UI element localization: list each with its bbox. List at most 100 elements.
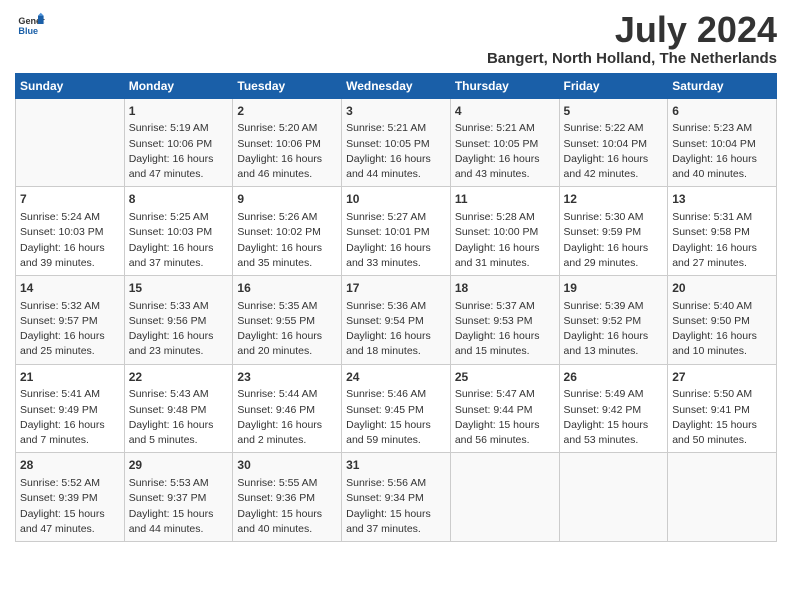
cell-content: Sunrise: 5:47 AM Sunset: 9:44 PM Dayligh…	[455, 387, 555, 448]
calendar-cell: 23Sunrise: 5:44 AM Sunset: 9:46 PM Dayli…	[233, 364, 342, 453]
calendar-week-row: 21Sunrise: 5:41 AM Sunset: 9:49 PM Dayli…	[16, 364, 777, 453]
calendar-cell: 16 Sunrise: 5:35 AM Sunset: 9:55 PM Dayli…	[233, 275, 342, 364]
cell-content: Sunrise: 5:41 AM Sunset: 9:49 PM Dayligh…	[20, 387, 120, 448]
calendar-week-row: 1Sunrise: 5:19 AM Sunset: 10:06 PM Dayli…	[16, 98, 777, 187]
calendar-cell: 2Sunrise: 5:20 AM Sunset: 10:06 PM Dayli…	[233, 98, 342, 187]
cell-content: Sunrise: 5:40 AM Sunset: 9:50 PM Dayligh…	[672, 299, 772, 360]
cell-content: Sunrise: 5:24 AM Sunset: 10:03 PM Daylig…	[20, 210, 120, 271]
calendar-cell: 24Sunrise: 5:46 AM Sunset: 9:45 PM Dayli…	[342, 364, 451, 453]
calendar-cell: 31 Sunrise: 5:56 AM Sunset: 9:34 PM Dayli…	[342, 453, 451, 542]
calendar-cell: 11 Sunrise: 5:28 AM Sunset: 10:00 PM Dayl…	[450, 187, 559, 276]
day-number: 29	[129, 457, 229, 474]
day-number: 30	[237, 457, 337, 474]
calendar-cell: 18Sunrise: 5:37 AM Sunset: 9:53 PM Dayli…	[450, 275, 559, 364]
calendar-cell	[450, 453, 559, 542]
calendar-cell: 15 Sunrise: 5:33 AM Sunset: 9:56 PM Dayli…	[124, 275, 233, 364]
cell-content: Sunrise: 5:25 AM Sunset: 10:03 PM Daylig…	[129, 210, 229, 271]
cell-content: Sunrise: 5:19 AM Sunset: 10:06 PM Daylig…	[129, 121, 229, 182]
calendar-cell: 25Sunrise: 5:47 AM Sunset: 9:44 PM Dayli…	[450, 364, 559, 453]
cell-content: Sunrise: 5:32 AM Sunset: 9:57 PM Dayligh…	[20, 299, 120, 360]
title-area: July 2024 Bangert, North Holland, The Ne…	[487, 10, 777, 67]
cell-content: Sunrise: 5:36 AM Sunset: 9:54 PM Dayligh…	[346, 299, 446, 360]
header: General Blue July 2024 Bangert, North Ho…	[15, 10, 777, 67]
calendar-cell: 7Sunrise: 5:24 AM Sunset: 10:03 PM Dayli…	[16, 187, 125, 276]
column-header-row: SundayMondayTuesdayWednesdayThursdayFrid…	[16, 73, 777, 98]
cell-content: Sunrise: 5:46 AM Sunset: 9:45 PM Dayligh…	[346, 387, 446, 448]
calendar-week-row: 7Sunrise: 5:24 AM Sunset: 10:03 PM Dayli…	[16, 187, 777, 276]
cell-content: Sunrise: 5:44 AM Sunset: 9:46 PM Dayligh…	[237, 387, 337, 448]
calendar-cell: 8Sunrise: 5:25 AM Sunset: 10:03 PM Dayli…	[124, 187, 233, 276]
day-number: 21	[20, 369, 120, 386]
cell-content: Sunrise: 5:52 AM Sunset: 9:39 PM Dayligh…	[20, 476, 120, 537]
day-number: 17	[346, 280, 446, 297]
calendar-cell: 29Sunrise: 5:53 AM Sunset: 9:37 PM Dayli…	[124, 453, 233, 542]
day-number: 6	[672, 103, 772, 120]
day-number: 1	[129, 103, 229, 120]
calendar-cell	[668, 453, 777, 542]
calendar-cell: 20 Sunrise: 5:40 AM Sunset: 9:50 PM Dayli…	[668, 275, 777, 364]
column-header: Monday	[124, 73, 233, 98]
calendar-week-row: 14 Sunrise: 5:32 AM Sunset: 9:57 PM Dayli…	[16, 275, 777, 364]
calendar-cell	[16, 98, 125, 187]
calendar-cell: 26Sunrise: 5:49 AM Sunset: 9:42 PM Dayli…	[559, 364, 668, 453]
day-number: 14	[20, 280, 120, 297]
subtitle: Bangert, North Holland, The Netherlands	[487, 50, 777, 67]
cell-content: Sunrise: 5:30 AM Sunset: 9:59 PM Dayligh…	[564, 210, 664, 271]
calendar-cell: 21Sunrise: 5:41 AM Sunset: 9:49 PM Dayli…	[16, 364, 125, 453]
cell-content: Sunrise: 5:31 AM Sunset: 9:58 PM Dayligh…	[672, 210, 772, 271]
cell-content: Sunrise: 5:39 AM Sunset: 9:52 PM Dayligh…	[564, 299, 664, 360]
cell-content: Sunrise: 5:37 AM Sunset: 9:53 PM Dayligh…	[455, 299, 555, 360]
calendar-cell: 30 Sunrise: 5:55 AM Sunset: 9:36 PM Dayli…	[233, 453, 342, 542]
cell-content: Sunrise: 5:49 AM Sunset: 9:42 PM Dayligh…	[564, 387, 664, 448]
cell-content: Sunrise: 5:22 AM Sunset: 10:04 PM Daylig…	[564, 121, 664, 182]
day-number: 20	[672, 280, 772, 297]
cell-content: Sunrise: 5:28 AM Sunset: 10:00 PM Daylig…	[455, 210, 555, 271]
day-number: 15	[129, 280, 229, 297]
day-number: 11	[455, 191, 555, 208]
calendar-cell: 1Sunrise: 5:19 AM Sunset: 10:06 PM Dayli…	[124, 98, 233, 187]
day-number: 9	[237, 191, 337, 208]
calendar-cell: 17 Sunrise: 5:36 AM Sunset: 9:54 PM Dayli…	[342, 275, 451, 364]
day-number: 22	[129, 369, 229, 386]
day-number: 4	[455, 103, 555, 120]
day-number: 19	[564, 280, 664, 297]
calendar-cell: 28 Sunrise: 5:52 AM Sunset: 9:39 PM Dayli…	[16, 453, 125, 542]
day-number: 24	[346, 369, 446, 386]
calendar-cell: 5Sunrise: 5:22 AM Sunset: 10:04 PM Dayli…	[559, 98, 668, 187]
cell-content: Sunrise: 5:56 AM Sunset: 9:34 PM Dayligh…	[346, 476, 446, 537]
day-number: 2	[237, 103, 337, 120]
column-header: Saturday	[668, 73, 777, 98]
cell-content: Sunrise: 5:35 AM Sunset: 9:55 PM Dayligh…	[237, 299, 337, 360]
svg-text:Blue: Blue	[18, 26, 38, 36]
calendar-table: SundayMondayTuesdayWednesdayThursdayFrid…	[15, 73, 777, 542]
cell-content: Sunrise: 5:33 AM Sunset: 9:56 PM Dayligh…	[129, 299, 229, 360]
day-number: 25	[455, 369, 555, 386]
column-header: Tuesday	[233, 73, 342, 98]
day-number: 16	[237, 280, 337, 297]
calendar-week-row: 28 Sunrise: 5:52 AM Sunset: 9:39 PM Dayli…	[16, 453, 777, 542]
logo-icon: General Blue	[17, 10, 45, 38]
day-number: 31	[346, 457, 446, 474]
day-number: 10	[346, 191, 446, 208]
column-header: Thursday	[450, 73, 559, 98]
cell-content: Sunrise: 5:20 AM Sunset: 10:06 PM Daylig…	[237, 121, 337, 182]
day-number: 28	[20, 457, 120, 474]
column-header: Sunday	[16, 73, 125, 98]
cell-content: Sunrise: 5:26 AM Sunset: 10:02 PM Daylig…	[237, 210, 337, 271]
column-header: Wednesday	[342, 73, 451, 98]
cell-content: Sunrise: 5:55 AM Sunset: 9:36 PM Dayligh…	[237, 476, 337, 537]
column-header: Friday	[559, 73, 668, 98]
calendar-cell	[559, 453, 668, 542]
calendar-cell: 27Sunrise: 5:50 AM Sunset: 9:41 PM Dayli…	[668, 364, 777, 453]
day-number: 13	[672, 191, 772, 208]
day-number: 12	[564, 191, 664, 208]
cell-content: Sunrise: 5:21 AM Sunset: 10:05 PM Daylig…	[455, 121, 555, 182]
day-number: 23	[237, 369, 337, 386]
cell-content: Sunrise: 5:43 AM Sunset: 9:48 PM Dayligh…	[129, 387, 229, 448]
calendar-cell: 9 Sunrise: 5:26 AM Sunset: 10:02 PM Dayli…	[233, 187, 342, 276]
cell-content: Sunrise: 5:21 AM Sunset: 10:05 PM Daylig…	[346, 121, 446, 182]
calendar-cell: 19 Sunrise: 5:39 AM Sunset: 9:52 PM Dayli…	[559, 275, 668, 364]
calendar-cell: 12 Sunrise: 5:30 AM Sunset: 9:59 PM Dayli…	[559, 187, 668, 276]
cell-content: Sunrise: 5:50 AM Sunset: 9:41 PM Dayligh…	[672, 387, 772, 448]
main-title: July 2024	[487, 10, 777, 50]
